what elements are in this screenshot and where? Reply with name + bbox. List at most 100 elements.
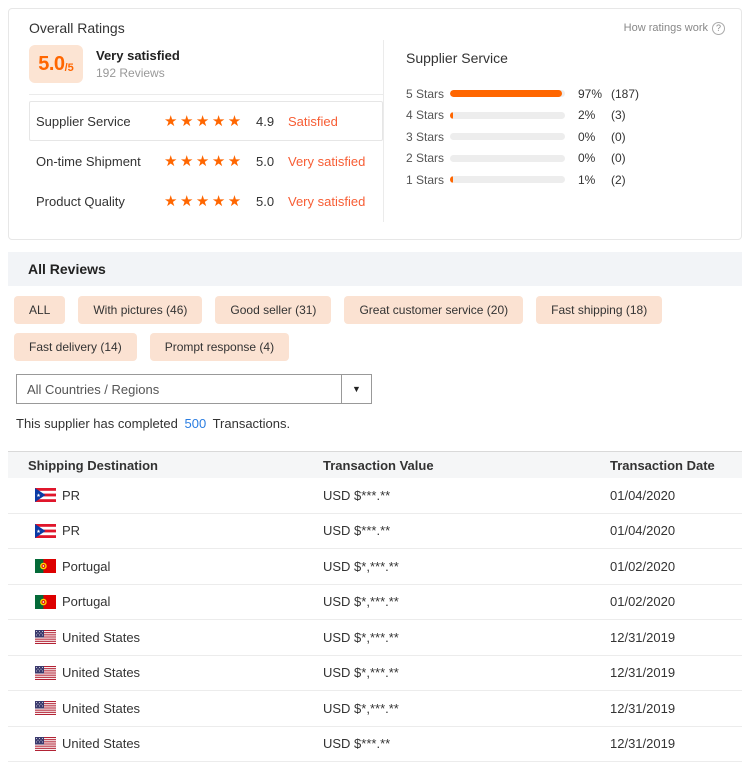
star-rating-icons: ★★★★★ xyxy=(164,152,252,170)
country-name: PR xyxy=(62,523,80,538)
star-rating-icons: ★★★★★ xyxy=(164,192,252,210)
transaction-date: 01/02/2020 xyxy=(610,594,742,609)
rating-category-label: Product Quality xyxy=(36,194,164,209)
star-level-label: 1 Stars xyxy=(406,173,450,187)
distribution-bar-track xyxy=(450,90,565,97)
all-reviews-title: All Reviews xyxy=(28,261,106,277)
overall-score-row: 5.0 /5 Very satisfied 192 Reviews xyxy=(29,40,383,95)
pr-flag-icon: ★ xyxy=(35,524,56,538)
table-row: United States USD $***.** 12/31/2019 xyxy=(8,727,742,763)
transaction-value: USD $***.** xyxy=(323,488,610,503)
distribution-bar-track xyxy=(450,176,565,183)
header-transaction-value: Transaction Value xyxy=(323,458,610,473)
table-row: ★ PR USD $***.** 01/04/2020 xyxy=(8,478,742,514)
shipping-destination-cell: ★ PR xyxy=(8,488,323,503)
table-row: United States USD $*,***.** 12/31/2019 xyxy=(8,656,742,692)
review-filter-chip[interactable]: Great customer service (20) xyxy=(344,296,523,324)
shipping-destination-cell: Portugal xyxy=(8,559,323,574)
star-distribution-row: 3 Stars 0% (0) xyxy=(406,126,741,148)
star-distribution-panel: Supplier Service 5 Stars 97% (187) 4 Sta… xyxy=(384,40,741,222)
distribution-bar-track xyxy=(450,155,565,162)
distribution-count: (2) xyxy=(611,173,626,187)
rating-value: 4.9 xyxy=(252,114,288,129)
rating-category-row[interactable]: Product Quality ★★★★★ 5.0 Very satisfied xyxy=(29,181,383,221)
overall-score-meta: Very satisfied 192 Reviews xyxy=(96,48,180,80)
rating-category-row[interactable]: Supplier Service ★★★★★ 4.9 Satisfied xyxy=(29,101,383,141)
transactions-text-after: Transactions. xyxy=(213,416,291,431)
country-name: United States xyxy=(62,630,140,645)
transaction-value: USD $*,***.** xyxy=(323,594,610,609)
table-row: ★ PR USD $***.** 01/04/2020 xyxy=(8,514,742,550)
table-row: United States USD $*,***.** 12/31/2019 xyxy=(8,691,742,727)
us-flag-icon xyxy=(35,630,56,644)
overall-score-badge: 5.0 /5 xyxy=(29,45,83,83)
review-filter-chip[interactable]: Fast shipping (18) xyxy=(536,296,662,324)
transactions-table: Shipping Destination Transaction Value T… xyxy=(8,451,742,762)
us-flag-icon xyxy=(35,737,56,751)
transaction-date: 12/31/2019 xyxy=(610,665,742,680)
transaction-value: USD $***.** xyxy=(323,736,610,751)
card-body: 5.0 /5 Very satisfied 192 Reviews Suppli… xyxy=(9,40,741,222)
card-header: Overall Ratings How ratings work ? xyxy=(9,9,741,36)
all-reviews-header: All Reviews xyxy=(8,252,742,286)
transaction-date: 01/02/2020 xyxy=(610,559,742,574)
transaction-value: USD $*,***.** xyxy=(323,665,610,680)
distribution-bar-fill xyxy=(450,90,562,97)
distribution-count: (3) xyxy=(611,108,626,122)
header-transaction-date: Transaction Date xyxy=(610,458,742,473)
ratings-summary-panel: 5.0 /5 Very satisfied 192 Reviews Suppli… xyxy=(9,40,384,222)
rating-category-label: Supplier Service xyxy=(36,114,164,129)
pt-flag-icon xyxy=(35,559,56,573)
rating-value: 5.0 xyxy=(252,154,288,169)
country-name: Portugal xyxy=(62,594,110,609)
shipping-destination-cell: United States xyxy=(8,701,323,716)
rating-status: Satisfied xyxy=(288,114,338,129)
review-filter-chip[interactable]: Good seller (31) xyxy=(215,296,331,324)
distribution-percent: 2% xyxy=(578,108,611,122)
star-rating-icons: ★★★★★ xyxy=(164,112,252,130)
svg-text:★: ★ xyxy=(36,493,41,499)
review-filter-chip[interactable]: Fast delivery (14) xyxy=(14,333,137,361)
transaction-value: USD $*,***.** xyxy=(323,701,610,716)
transactions-count: 500 xyxy=(184,416,206,431)
distribution-count: (0) xyxy=(611,130,626,144)
review-filter-chips: ALL With pictures (46) Good seller (31) Gre… xyxy=(14,296,736,361)
reviews-count: 192 Reviews xyxy=(96,66,180,80)
star-distribution-row: 5 Stars 97% (187) xyxy=(406,83,741,105)
distribution-bar-track xyxy=(450,112,565,119)
overall-score-suffix: /5 xyxy=(65,62,74,74)
how-ratings-work-label: How ratings work xyxy=(624,22,708,34)
transaction-value: USD $***.** xyxy=(323,523,610,538)
country-name: United States xyxy=(62,665,140,680)
rating-category-list: Supplier Service ★★★★★ 4.9 Satisfied On-… xyxy=(29,101,383,221)
review-filter-chip[interactable]: Prompt response (4) xyxy=(150,333,289,361)
transaction-date: 01/04/2020 xyxy=(610,488,742,503)
rating-value: 5.0 xyxy=(252,194,288,209)
distribution-percent: 0% xyxy=(578,130,611,144)
header-shipping-destination: Shipping Destination xyxy=(8,458,323,473)
rating-category-label: On-time Shipment xyxy=(36,154,164,169)
table-row: United States USD $*,***.** 12/31/2019 xyxy=(8,620,742,656)
rating-status: Very satisfied xyxy=(288,194,365,209)
us-flag-icon xyxy=(35,701,56,715)
table-row: Portugal USD $*,***.** 01/02/2020 xyxy=(8,549,742,585)
review-filter-chip[interactable]: ALL xyxy=(14,296,65,324)
pr-flag-icon: ★ xyxy=(35,488,56,502)
transaction-value: USD $*,***.** xyxy=(323,630,610,645)
distribution-bar-fill xyxy=(450,112,453,119)
review-filter-chip[interactable]: With pictures (46) xyxy=(78,296,202,324)
how-ratings-work-link[interactable]: How ratings work ? xyxy=(624,22,725,35)
shipping-destination-cell: United States xyxy=(8,630,323,645)
transactions-summary: This supplier has completed 500 Transact… xyxy=(16,416,750,431)
shipping-destination-cell: Portugal xyxy=(8,594,323,609)
country-name: United States xyxy=(62,701,140,716)
rating-category-row[interactable]: On-time Shipment ★★★★★ 5.0 Very satisfie… xyxy=(29,141,383,181)
country-name: United States xyxy=(62,736,140,751)
us-flag-icon xyxy=(35,666,56,680)
distribution-count: (0) xyxy=(611,151,626,165)
chevron-down-icon: ▼ xyxy=(341,375,371,403)
country-region-select[interactable]: All Countries / Regions ▼ xyxy=(16,374,372,404)
shipping-destination-cell: United States xyxy=(8,736,323,751)
star-distribution-row: 2 Stars 0% (0) xyxy=(406,148,741,170)
transactions-text-before: This supplier has completed xyxy=(16,416,178,431)
